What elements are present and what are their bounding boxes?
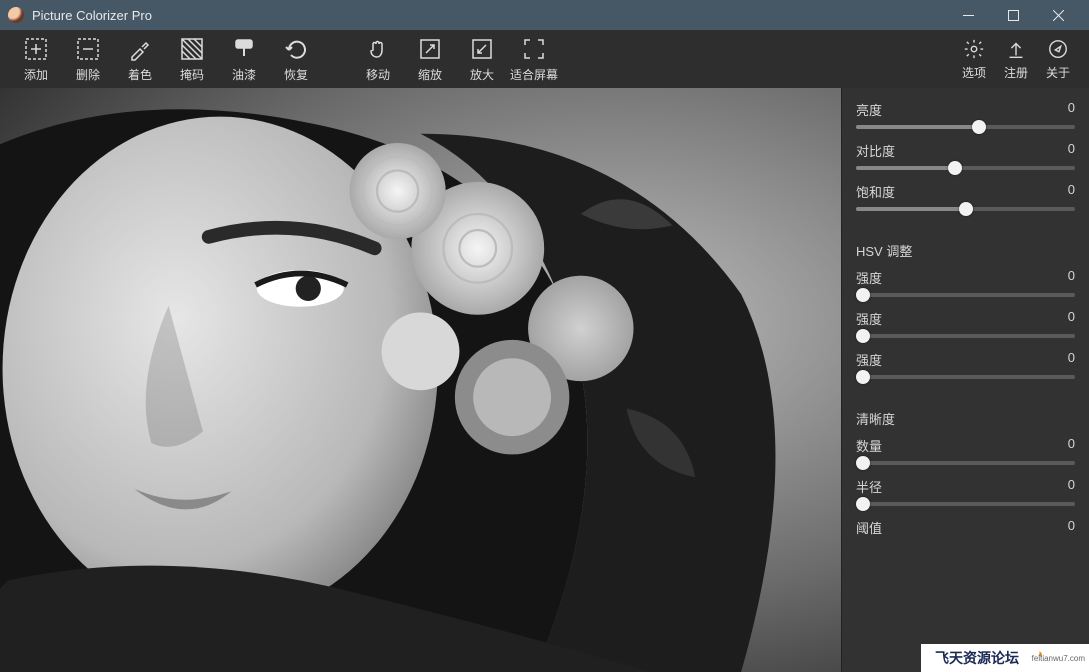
zoom-button[interactable]: 缩放: [404, 36, 456, 83]
mask-button[interactable]: 掩码: [166, 36, 218, 83]
image-canvas[interactable]: [0, 88, 841, 672]
eyedropper-icon: [127, 36, 153, 62]
slider-label: 强度: [856, 268, 882, 287]
toolbar: 添加 删除 着色 掩码 油漆 恢复 移动: [0, 30, 1089, 88]
contract-icon: [469, 36, 495, 62]
gear-icon: [963, 38, 985, 60]
tool-label: 掩码: [180, 66, 204, 83]
tool-label: 适合屏幕: [510, 66, 558, 83]
tool-label: 油漆: [232, 66, 256, 83]
radius-slider[interactable]: [856, 502, 1075, 506]
watermark: 飞天资源论坛 feitianwu7.com: [921, 644, 1089, 672]
options-button[interactable]: 选项: [953, 38, 995, 81]
roller-icon: [231, 36, 257, 62]
tool-label: 移动: [366, 66, 390, 83]
remove-button[interactable]: 删除: [62, 36, 114, 83]
register-button[interactable]: 注册: [995, 38, 1037, 81]
slider-value: 0: [1068, 350, 1075, 369]
preview-image: [0, 88, 841, 672]
slider-value: 0: [1068, 100, 1075, 119]
mask-icon: [179, 36, 205, 62]
paint-button[interactable]: 油漆: [218, 36, 270, 83]
app-icon: [8, 7, 24, 23]
slider-label: 亮度: [856, 100, 882, 119]
slider-value: 0: [1068, 518, 1075, 537]
restore-button[interactable]: 恢复: [270, 36, 322, 83]
watermark-text: 飞天资源论坛: [935, 648, 1019, 668]
maximize-button[interactable]: [991, 0, 1036, 30]
app-title: Picture Colorizer Pro: [32, 8, 946, 23]
compass-icon: [1047, 38, 1069, 60]
remove-icon: [75, 36, 101, 62]
colorize-button[interactable]: 着色: [114, 36, 166, 83]
tool-label: 缩放: [418, 66, 442, 83]
fit-screen-icon: [521, 36, 547, 62]
tool-label: 着色: [128, 66, 152, 83]
amount-slider[interactable]: [856, 461, 1075, 465]
slider-value: 0: [1068, 141, 1075, 160]
slider-value: 0: [1068, 477, 1075, 496]
tool-label: 删除: [76, 66, 100, 83]
hsv-slider-2[interactable]: [856, 334, 1075, 338]
slider-value: 0: [1068, 436, 1075, 455]
slider-label: 饱和度: [856, 182, 895, 201]
slider-label: 数量: [856, 436, 882, 455]
titlebar: Picture Colorizer Pro: [0, 0, 1089, 30]
slider-label: 强度: [856, 350, 882, 369]
tool-label: 恢复: [284, 66, 308, 83]
hsv-slider-3[interactable]: [856, 375, 1075, 379]
brightness-slider[interactable]: [856, 125, 1075, 129]
watermark-url: feitianwu7.com: [1032, 654, 1085, 663]
slider-value: 0: [1068, 268, 1075, 287]
about-button[interactable]: 关于: [1037, 38, 1079, 81]
saturation-slider[interactable]: [856, 207, 1075, 211]
sharpness-section-title: 清晰度: [842, 401, 1089, 432]
add-button[interactable]: 添加: [10, 36, 62, 83]
close-button[interactable]: [1036, 0, 1081, 30]
slider-label: 半径: [856, 477, 882, 496]
tool-label: 关于: [1046, 64, 1070, 81]
add-icon: [23, 36, 49, 62]
main-area: 亮度 0 对比度 0 饱和度 0 HSV 调整 强度 0 强度 0 强度 0 清晰度 数量 0…: [0, 88, 1089, 672]
tool-label: 放大: [470, 66, 494, 83]
slider-value: 0: [1068, 309, 1075, 328]
tool-label: 注册: [1004, 64, 1028, 81]
enlarge-button[interactable]: 放大: [456, 36, 508, 83]
contrast-slider[interactable]: [856, 166, 1075, 170]
adjustments-panel: 亮度 0 对比度 0 饱和度 0 HSV 调整 强度 0 强度 0 强度 0 清晰度 数量 0…: [841, 88, 1089, 672]
hsv-section-title: HSV 调整: [842, 233, 1089, 264]
expand-icon: [417, 36, 443, 62]
slider-label: 对比度: [856, 141, 895, 160]
tool-label: 添加: [24, 66, 48, 83]
slider-label: 强度: [856, 309, 882, 328]
hand-icon: [365, 36, 391, 62]
fit-button[interactable]: 适合屏幕: [508, 36, 560, 83]
undo-icon: [283, 36, 309, 62]
hsv-slider-1[interactable]: [856, 293, 1075, 297]
minimize-button[interactable]: [946, 0, 991, 30]
slider-label: 阈值: [856, 518, 882, 537]
slider-value: 0: [1068, 182, 1075, 201]
move-button[interactable]: 移动: [352, 36, 404, 83]
tool-label: 选项: [962, 64, 986, 81]
upload-icon: [1005, 38, 1027, 60]
